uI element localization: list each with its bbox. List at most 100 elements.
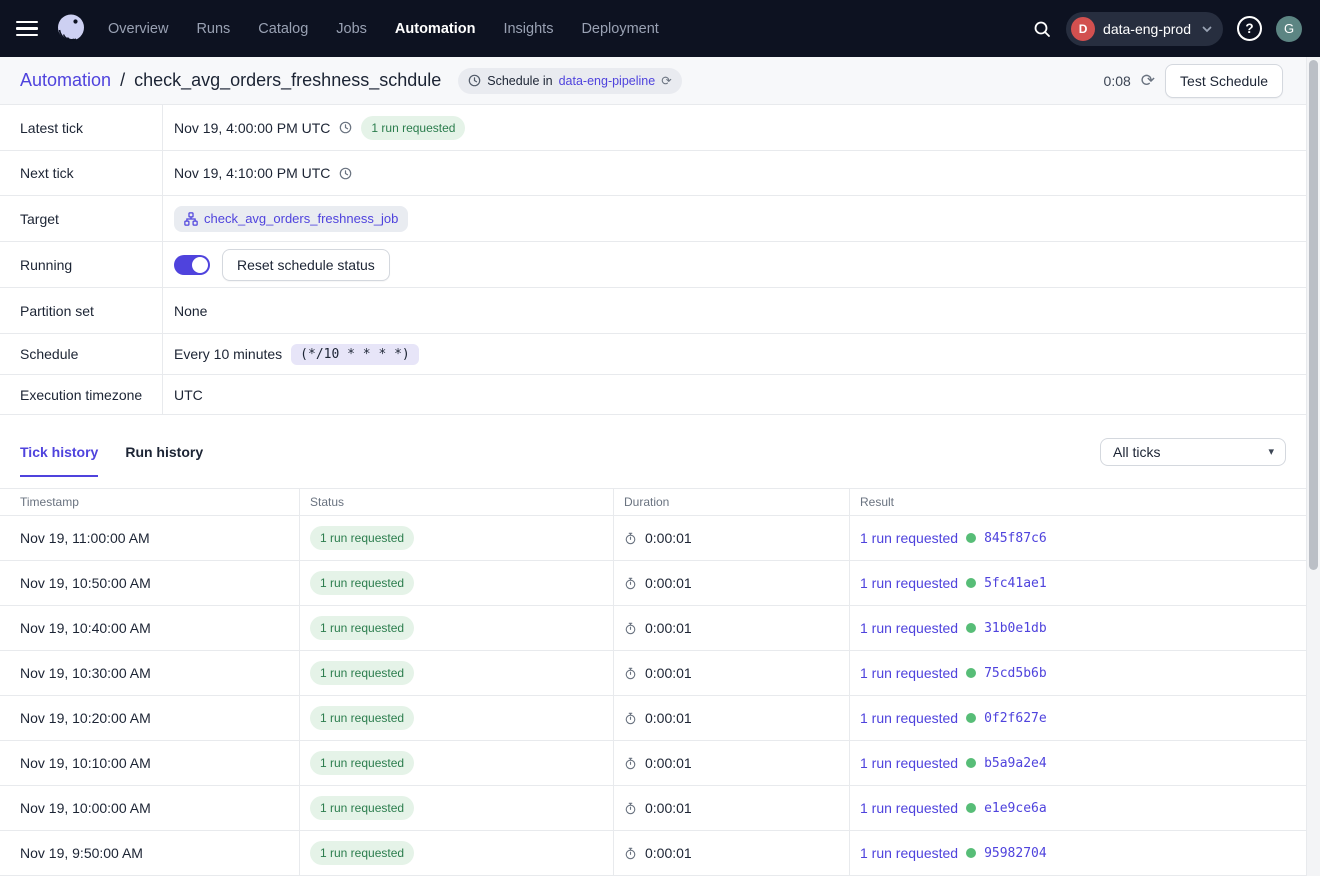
tick-result-link[interactable]: 1 run requested [860, 665, 958, 681]
schedule-text: Every 10 minutes [174, 346, 282, 362]
run-id-link[interactable]: 95982704 [984, 846, 1047, 861]
chevron-down-icon [1199, 21, 1215, 37]
column-header-result: Result [850, 489, 1320, 515]
stopwatch-icon [624, 712, 637, 725]
schedule-label: Schedule [0, 334, 163, 374]
tick-result-link[interactable]: 1 run requested [860, 620, 958, 636]
tab-tick-history[interactable]: Tick history [20, 444, 98, 460]
table-row: Nov 19, 10:00:00 AM 1 run requested 0:00… [0, 786, 1320, 831]
detail-row-schedule: Schedule Every 10 minutes (*/10 * * * *) [0, 334, 1320, 375]
help-icon[interactable]: ? [1237, 16, 1262, 41]
breadcrumb-separator: / [120, 70, 125, 91]
tick-status-badge: 1 run requested [310, 571, 414, 595]
detail-row-target: Target check_avg_orders_freshness_job [0, 196, 1320, 242]
partition-set-label: Partition set [0, 288, 163, 333]
nav-item-overview[interactable]: Overview [108, 21, 168, 37]
reset-schedule-status-button[interactable]: Reset schedule status [222, 249, 390, 281]
breadcrumb-automation-link[interactable]: Automation [20, 70, 111, 91]
schedule-details: Latest tick Nov 19, 4:00:00 PM UTC 1 run… [0, 105, 1320, 415]
target-job-link[interactable]: check_avg_orders_freshness_job [174, 206, 408, 232]
job-icon [184, 212, 198, 226]
caret-down-icon: ▾ [1268, 445, 1274, 458]
tick-timestamp: Nov 19, 9:50:00 AM [20, 845, 143, 861]
tick-status-badge: 1 run requested [310, 661, 414, 685]
deployment-selector[interactable]: D data-eng-prod [1066, 12, 1223, 46]
page-title: check_avg_orders_freshness_schdule [134, 70, 441, 91]
search-icon[interactable] [1032, 19, 1052, 39]
stopwatch-icon [624, 757, 637, 770]
column-header-duration: Duration [614, 489, 850, 515]
clock-icon [468, 74, 481, 87]
run-status-dot [966, 623, 976, 633]
reload-location-icon[interactable]: ⟳ [661, 73, 671, 88]
refresh-icon[interactable]: ⟳ [1141, 72, 1155, 89]
page-header: Automation / check_avg_orders_freshness_… [0, 57, 1320, 105]
table-row: Nov 19, 10:10:00 AM 1 run requested 0:00… [0, 741, 1320, 786]
tick-timestamp: Nov 19, 10:50:00 AM [20, 575, 151, 591]
nav-item-insights[interactable]: Insights [503, 21, 553, 37]
header-right-group: 0:08 ⟳ Test Schedule [1104, 64, 1283, 98]
code-location-link[interactable]: data-eng-pipeline [559, 74, 656, 88]
tick-result-link[interactable]: 1 run requested [860, 800, 958, 816]
run-id-link[interactable]: 31b0e1db [984, 621, 1047, 636]
history-tabs-row: Tick history Run history All ticks ▾ [0, 415, 1320, 488]
tick-result-link[interactable]: 1 run requested [860, 710, 958, 726]
detail-row-latest-tick: Latest tick Nov 19, 4:00:00 PM UTC 1 run… [0, 105, 1320, 151]
latest-tick-label: Latest tick [0, 105, 163, 150]
column-header-timestamp: Timestamp [0, 489, 300, 515]
tick-result-link[interactable]: 1 run requested [860, 575, 958, 591]
tick-result-link[interactable]: 1 run requested [860, 755, 958, 771]
tick-duration: 0:00:01 [645, 620, 692, 636]
tick-timestamp: Nov 19, 10:30:00 AM [20, 665, 151, 681]
tick-duration: 0:00:01 [645, 575, 692, 591]
tick-status-badge: 1 run requested [310, 706, 414, 730]
nav-item-runs[interactable]: Runs [196, 21, 230, 37]
scrollbar-thumb[interactable] [1309, 60, 1318, 570]
tick-filter-select[interactable]: All ticks ▾ [1100, 438, 1286, 466]
run-status-dot [966, 578, 976, 588]
test-schedule-button[interactable]: Test Schedule [1165, 64, 1283, 98]
nav-item-automation[interactable]: Automation [395, 21, 476, 37]
run-id-link[interactable]: 0f2f627e [984, 711, 1047, 726]
tick-duration: 0:00:01 [645, 710, 692, 726]
stopwatch-icon [624, 667, 637, 680]
detail-row-partition-set: Partition set None [0, 288, 1320, 334]
target-label: Target [0, 196, 163, 241]
nav-item-jobs[interactable]: Jobs [336, 21, 367, 37]
stopwatch-icon [624, 847, 637, 860]
tick-result-link[interactable]: 1 run requested [860, 530, 958, 546]
nav-item-catalog[interactable]: Catalog [258, 21, 308, 37]
running-toggle[interactable] [174, 255, 210, 275]
top-navbar: Overview Runs Catalog Jobs Automation In… [0, 0, 1320, 57]
run-id-link[interactable]: 845f87c6 [984, 531, 1047, 546]
badge-prefix-text: Schedule in [487, 74, 552, 88]
stopwatch-icon [624, 532, 637, 545]
run-status-dot [966, 668, 976, 678]
run-status-dot [966, 803, 976, 813]
table-row: Nov 19, 10:20:00 AM 1 run requested 0:00… [0, 696, 1320, 741]
tick-result-link[interactable]: 1 run requested [860, 845, 958, 861]
tick-duration: 0:00:01 [645, 665, 692, 681]
cron-expression: (*/10 * * * *) [291, 344, 419, 365]
column-header-status: Status [300, 489, 614, 515]
detail-row-timezone: Execution timezone UTC [0, 375, 1320, 415]
run-id-link[interactable]: 75cd5b6b [984, 666, 1047, 681]
partition-set-value: None [174, 303, 207, 319]
user-avatar[interactable]: G [1276, 16, 1302, 42]
primary-nav: Overview Runs Catalog Jobs Automation In… [108, 21, 659, 37]
table-row: Nov 19, 11:00:00 AM 1 run requested 0:00… [0, 516, 1320, 561]
run-id-link[interactable]: 5fc41ae1 [984, 576, 1047, 591]
run-id-link[interactable]: e1e9ce6a [984, 801, 1047, 816]
stopwatch-icon [624, 577, 637, 590]
run-status-dot [966, 848, 976, 858]
table-row: Nov 19, 10:40:00 AM 1 run requested 0:00… [0, 606, 1320, 651]
tick-status-badge: 1 run requested [310, 526, 414, 550]
hamburger-menu-icon[interactable] [16, 17, 38, 41]
schedule-context-badge: Schedule in data-eng-pipeline ⟳ [458, 68, 681, 94]
run-id-link[interactable]: b5a9a2e4 [984, 756, 1047, 771]
nav-item-deployment[interactable]: Deployment [581, 21, 658, 37]
stopwatch-icon [624, 622, 637, 635]
table-row: Nov 19, 10:30:00 AM 1 run requested 0:00… [0, 651, 1320, 696]
tab-run-history[interactable]: Run history [125, 444, 203, 460]
timezone-value: UTC [174, 387, 203, 403]
